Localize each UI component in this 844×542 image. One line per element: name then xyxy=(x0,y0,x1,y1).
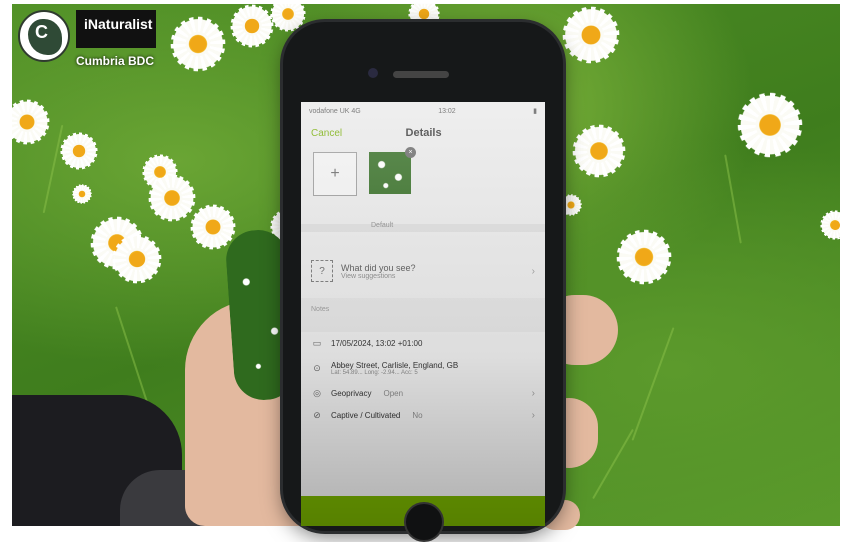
phone: vodafone UK 4G 13:02 ▮ Cancel Details + … xyxy=(283,22,563,542)
carrier-text: vodafone UK 4G xyxy=(309,107,361,115)
daisy-flower xyxy=(270,4,306,32)
remove-photo-icon[interactable]: × xyxy=(405,147,416,158)
identify-row[interactable]: ? What did you see? View suggestions › xyxy=(301,250,545,292)
daisy-flower xyxy=(12,99,50,145)
cancel-button[interactable]: Cancel xyxy=(311,128,342,139)
location-row[interactable]: ⊙ Abbey Street, Carlisle, England, GB La… xyxy=(301,354,545,382)
daisy-flower xyxy=(148,174,196,222)
daisy-flower xyxy=(112,234,162,284)
daisy-flower xyxy=(820,210,840,240)
daisy-flower xyxy=(616,229,672,285)
captive-label: Captive / Cultivated xyxy=(331,410,401,420)
page-title: Details xyxy=(405,127,442,139)
home-button[interactable] xyxy=(404,502,444,542)
captive-icon: ⊘ xyxy=(313,410,321,420)
logo-letter: C xyxy=(35,22,48,42)
geoprivacy-value: Open xyxy=(383,388,404,398)
photo-strip: + × xyxy=(301,146,545,224)
geoprivacy-row[interactable]: ◎ Geoprivacy Open › xyxy=(301,382,545,404)
status-bar: vodafone UK 4G 13:02 ▮ xyxy=(301,102,545,120)
daisy-flower xyxy=(737,92,803,158)
phone-screen: vodafone UK 4G 13:02 ▮ Cancel Details + … xyxy=(301,102,545,526)
clock-text: 13:02 xyxy=(438,107,456,115)
chevron-right-icon: › xyxy=(531,265,535,277)
section-divider xyxy=(301,224,545,232)
observation-photo[interactable]: × xyxy=(369,147,416,194)
daisy-flower xyxy=(560,194,582,216)
species-unknown-icon: ? xyxy=(311,260,333,282)
view-suggestions-link[interactable]: View suggestions xyxy=(341,273,524,280)
earpiece xyxy=(393,71,449,78)
location-pin-icon: ⊙ xyxy=(313,363,321,373)
daisy-flower xyxy=(170,16,226,72)
location-coordinates: Lat: 54.89... Long: -2.94... Acc: 5 xyxy=(331,369,418,376)
globe-icon: ◎ xyxy=(313,388,321,398)
calendar-icon: ▭ xyxy=(312,338,322,348)
daisy-flower xyxy=(72,184,92,204)
add-photo-button[interactable]: + xyxy=(313,152,357,196)
daisy-flower xyxy=(60,132,98,170)
identify-question: What did you see? xyxy=(341,262,416,273)
group-label: Cumbria BDC xyxy=(76,54,155,68)
chevron-right-icon: › xyxy=(531,387,535,399)
datetime-row[interactable]: ▭ 17/05/2024, 13:02 +01:00 xyxy=(301,332,545,354)
location-value: Abbey Street, Carlisle, England, GB xyxy=(331,360,459,370)
daisy-flower xyxy=(562,6,620,64)
captive-value: No xyxy=(412,410,423,420)
geoprivacy-label: Geoprivacy xyxy=(331,388,372,398)
default-photo-label: Default xyxy=(371,222,394,229)
front-camera xyxy=(368,68,378,78)
daisy-flower xyxy=(572,124,626,178)
cumbria-logo: C xyxy=(18,10,70,62)
datetime-value: 17/05/2024, 13:02 +01:00 xyxy=(331,338,423,348)
nav-bar: Cancel Details xyxy=(301,120,545,146)
battery-icon: ▮ xyxy=(533,108,537,115)
daisy-flower xyxy=(230,4,274,48)
chevron-right-icon: › xyxy=(531,409,535,421)
daisy-flower xyxy=(190,204,236,250)
brand-label: iNaturalist xyxy=(76,10,156,48)
captive-row[interactable]: ⊘ Captive / Cultivated No › xyxy=(301,404,545,426)
notes-field[interactable]: Notes xyxy=(301,298,545,332)
